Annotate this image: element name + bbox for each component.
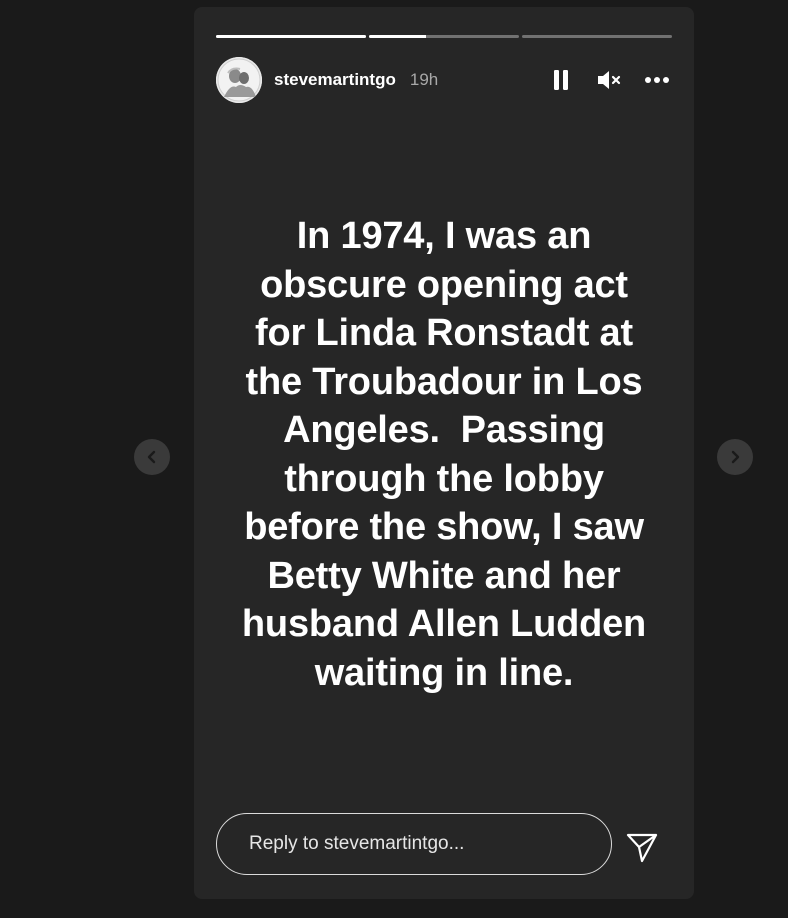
post-timestamp: 19h bbox=[409, 70, 439, 89]
progress-fill bbox=[369, 35, 426, 38]
story-card[interactable]: stevemartintgo 19h In 1974, I was an obs… bbox=[194, 7, 694, 899]
story-text-line: obscure opening act bbox=[260, 263, 628, 306]
story-text-line: Angeles. Passing bbox=[283, 409, 605, 451]
send-button[interactable] bbox=[622, 827, 662, 867]
story-text-line: for Linda Ronstadt at bbox=[255, 312, 633, 354]
pause-icon bbox=[554, 70, 568, 90]
progress-segment bbox=[216, 35, 366, 38]
username[interactable]: stevemartintgo bbox=[274, 70, 396, 90]
story-text: In 1974, I was an obscure opening act fo… bbox=[214, 212, 674, 697]
playback-controls bbox=[546, 57, 672, 103]
progress-fill bbox=[216, 35, 366, 38]
send-icon bbox=[626, 833, 658, 863]
next-story-button[interactable] bbox=[717, 439, 753, 475]
progress-segment bbox=[522, 35, 672, 38]
story-text-line: Betty White and her bbox=[267, 554, 621, 597]
story-text-line: In 1974, I was an bbox=[296, 215, 592, 257]
speaker-muted-icon bbox=[598, 71, 621, 89]
progress-segment bbox=[369, 35, 519, 38]
reply-field-container[interactable] bbox=[216, 813, 612, 875]
reply-input[interactable] bbox=[247, 832, 591, 856]
story-text-line: waiting in line. bbox=[314, 651, 574, 694]
story-progress-bar bbox=[216, 35, 672, 38]
chevron-right-icon bbox=[731, 450, 740, 464]
story-viewer: stevemartintgo 19h In 1974, I was an obs… bbox=[0, 0, 788, 918]
story-text-line: the Troubadour in Los bbox=[245, 360, 643, 403]
story-text-line: through the lobby bbox=[284, 457, 604, 500]
previous-story-button[interactable] bbox=[134, 439, 170, 475]
more-options-button[interactable] bbox=[642, 65, 672, 95]
story-header: stevemartintgo 19h bbox=[216, 57, 672, 103]
avatar[interactable] bbox=[216, 57, 262, 103]
pause-button[interactable] bbox=[546, 65, 576, 95]
story-text-line: husband Allen Ludden bbox=[241, 603, 647, 645]
chevron-left-icon bbox=[147, 450, 156, 464]
mute-button[interactable] bbox=[594, 65, 624, 95]
profile-photo-icon bbox=[216, 57, 262, 103]
more-horizontal-icon bbox=[645, 77, 669, 83]
story-text-line: before the show, I saw bbox=[244, 506, 644, 548]
